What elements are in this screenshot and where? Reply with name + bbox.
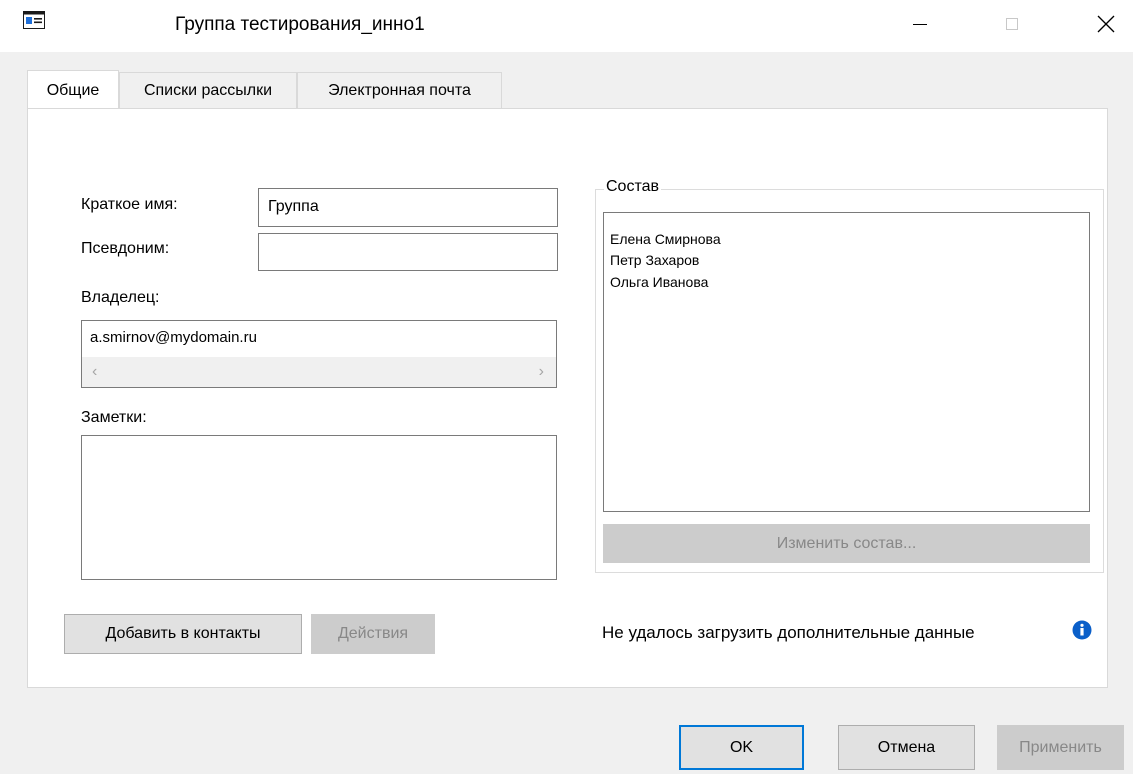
notes-label: Заметки: <box>81 409 147 426</box>
scroll-right-icon[interactable]: › <box>539 363 544 381</box>
tab-general[interactable]: Общие <box>27 70 119 108</box>
info-icon[interactable] <box>1072 620 1092 645</box>
add-to-contacts-button[interactable]: Добавить в контакты <box>64 614 302 654</box>
modify-members-button: Изменить состав... <box>603 524 1090 563</box>
apply-button: Применить <box>997 725 1124 770</box>
tab-distribution-lists[interactable]: Списки рассылки <box>119 72 297 108</box>
short-name-label: Краткое имя: <box>81 196 178 213</box>
maximize-icon <box>1002 14 1022 39</box>
title-bar: Группа тестирования_инно1 <box>0 0 1133 52</box>
membership-group: Состав Елена Смирнова Петр Захаров Ольга… <box>595 178 1104 573</box>
status-message: Не удалось загрузить дополнительные данн… <box>602 623 975 642</box>
short-name-value: Группа <box>268 198 319 215</box>
close-icon <box>1096 14 1116 39</box>
contact-card-icon[interactable] <box>23 11 45 29</box>
member-item[interactable]: Петр Захаров <box>610 252 699 268</box>
tab-panel-general: Краткое имя: Группа Псевдоним: Владелец:… <box>27 108 1108 688</box>
close-button[interactable] <box>1083 0 1129 52</box>
minimize-button[interactable] <box>897 0 943 52</box>
owner-horizontal-scrollbar[interactable]: ‹ › <box>82 357 556 387</box>
scroll-left-icon[interactable]: ‹ <box>92 363 97 381</box>
minimize-icon <box>910 14 930 39</box>
tab-email[interactable]: Электронная почта <box>297 72 502 108</box>
alias-field[interactable] <box>258 233 558 271</box>
window-title: Группа тестирования_инно1 <box>175 14 425 35</box>
owner-field[interactable]: a.smirnov@mydomain.ru ‹ › <box>81 320 557 388</box>
notes-textarea[interactable] <box>81 435 557 580</box>
ok-button[interactable]: OK <box>679 725 804 770</box>
member-item[interactable]: Елена Смирнова <box>610 231 721 247</box>
alias-label: Псевдоним: <box>81 240 170 257</box>
owner-value[interactable]: a.smirnov@mydomain.ru <box>90 329 257 346</box>
membership-legend: Состав <box>604 178 661 196</box>
short-name-field[interactable]: Группа <box>258 188 558 227</box>
member-item[interactable]: Ольга Иванова <box>610 274 708 290</box>
maximize-button <box>989 0 1035 52</box>
actions-button: Действия <box>311 614 435 654</box>
cancel-button[interactable]: Отмена <box>838 725 975 770</box>
owner-label: Владелец: <box>81 289 160 306</box>
members-list[interactable]: Елена Смирнова Петр Захаров Ольга Иванов… <box>603 212 1090 512</box>
